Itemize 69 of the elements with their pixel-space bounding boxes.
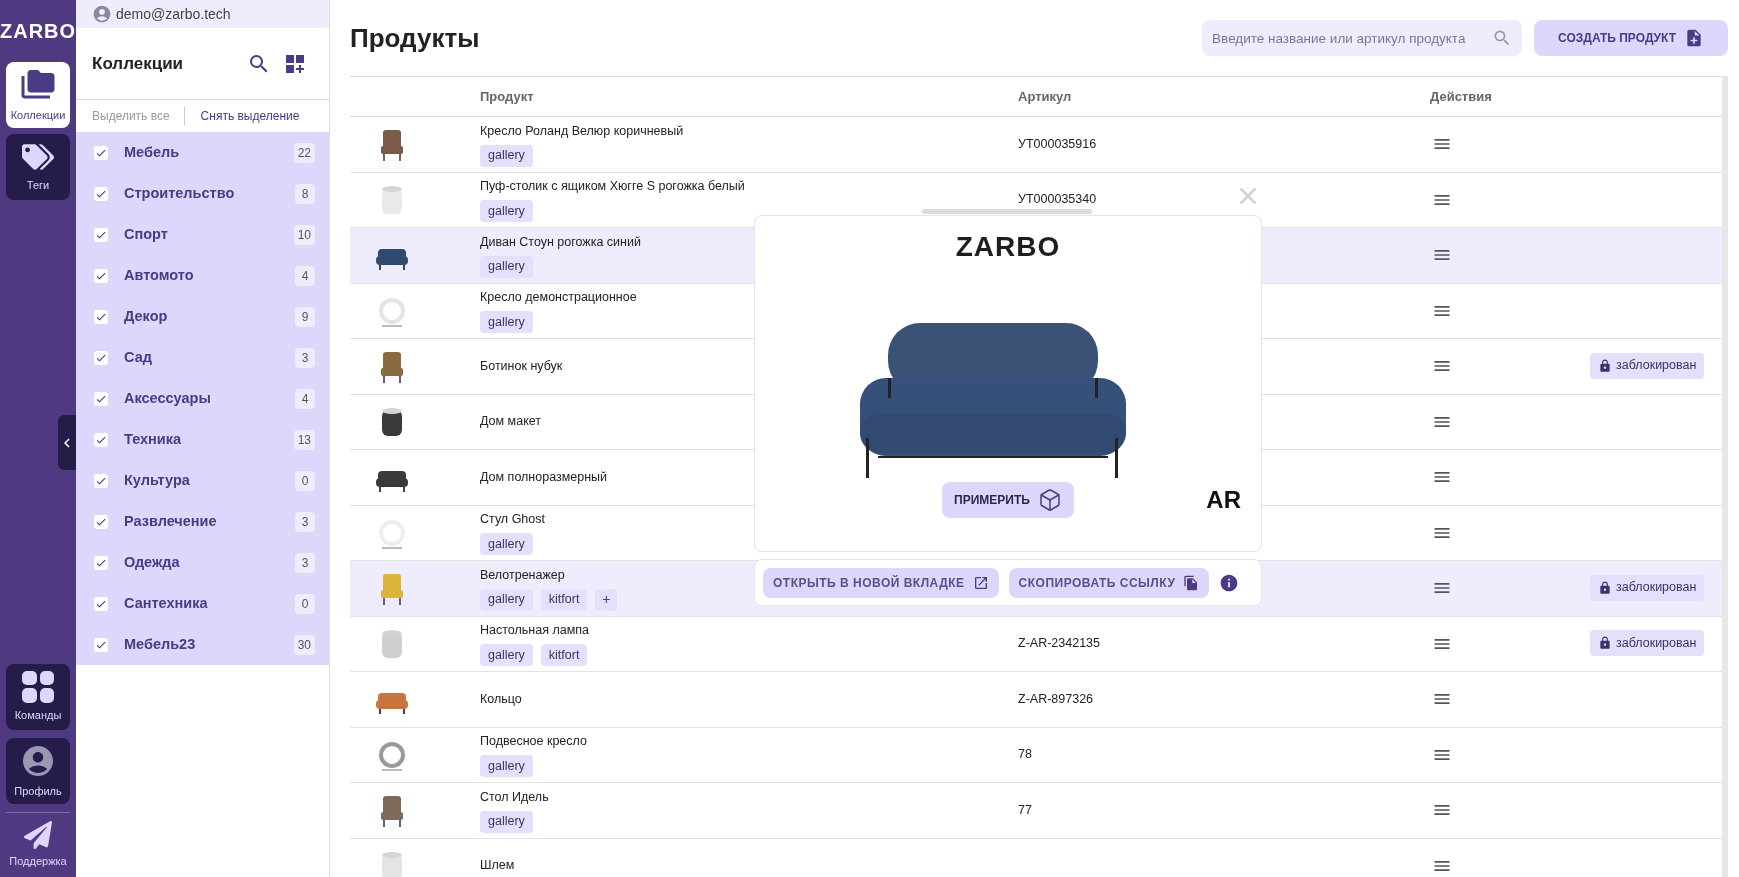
collection-name: Одежда [124, 552, 181, 572]
page-title: Продукты [350, 21, 481, 55]
tag-chip: gallery [480, 200, 533, 223]
panel-title: Коллекции [92, 52, 185, 75]
status-badge: заблокирован [1590, 630, 1705, 657]
article-number: Z-AR-897326 [1018, 690, 1094, 708]
count-badge: 0 [295, 593, 315, 614]
count-badge: 22 [293, 142, 315, 163]
count-badge: 9 [295, 306, 315, 327]
article-number: УТ000035916 [1018, 135, 1097, 153]
tag-chip: kitfort [540, 644, 588, 667]
product-name: Кресло демонстрационное [480, 289, 637, 307]
product-name: Кольцо [480, 690, 522, 708]
logo: ZARBO [955, 230, 1061, 264]
collection-name: Аксессуары [124, 388, 212, 408]
tag-chip: gallery [480, 810, 533, 833]
count-badge: 3 [295, 552, 315, 573]
product-name: Стул Ghost [480, 511, 545, 529]
column-header: Действия [1430, 87, 1492, 106]
count-badge: 13 [293, 429, 315, 450]
logo: ZARBO [0, 19, 76, 44]
ar-logo: AR [1206, 485, 1241, 515]
column-header: Артикул [1018, 87, 1072, 106]
collection-name: Сантехника [124, 593, 209, 613]
collection-name: Декор [124, 306, 169, 326]
count-badge: 30 [293, 634, 315, 655]
product-name: Велотренажер [480, 566, 565, 584]
collection-name: Сад [124, 347, 153, 367]
product-name: Пуф-столик с ящиком Хюгге S рогожка белый [480, 178, 745, 196]
product-name: Подвесное кресло [480, 733, 587, 751]
product-name: Дом макет [480, 413, 542, 431]
count-badge: 4 [295, 265, 315, 286]
collection-name: Культура [124, 470, 191, 490]
collection-name: Развлечение [124, 511, 218, 531]
column-header: Продукт [480, 87, 534, 106]
count-badge: 0 [295, 470, 315, 491]
collection-name: Автомото [124, 265, 195, 285]
count-badge: 10 [293, 224, 315, 245]
product-name: Настольная лампа [480, 622, 589, 640]
product-name: Диван Стоун рогожка синий [480, 233, 641, 251]
product-name: Шлем [480, 857, 515, 875]
article-number: 78 [1018, 746, 1032, 764]
tag-chip: gallery [480, 533, 533, 556]
collection-name: Спорт [124, 224, 169, 244]
collection-name: Техника [124, 429, 183, 449]
tag-chip: gallery [480, 644, 533, 667]
count-badge: 4 [295, 388, 315, 409]
count-badge: 3 [295, 511, 315, 532]
product-name: Ботинок нубук [480, 357, 563, 375]
count-badge: 3 [295, 347, 315, 368]
tag-chip: gallery [480, 588, 533, 611]
product-name: Дом полноразмерный [480, 468, 608, 486]
user-email: demo@zarbo.tech [116, 4, 231, 24]
status-badge: заблокирован [1590, 574, 1705, 601]
tag-chip: gallery [480, 755, 533, 778]
count-badge: 8 [295, 183, 315, 204]
collection-name: Мебель [124, 142, 181, 162]
tag-chip: kitfort [540, 588, 588, 611]
tag-chip: gallery [480, 255, 533, 278]
status-badge: заблокирован [1590, 352, 1705, 379]
tag-chip: gallery [480, 311, 533, 334]
collection-name: Мебель23 [124, 634, 197, 654]
product-name: Кресло Роланд Велюр коричневый [480, 122, 684, 140]
article-number: 77 [1018, 801, 1032, 819]
article-number: Z-AR-2342135 [1018, 635, 1100, 653]
product-name: Стол Идель [480, 788, 549, 806]
collection-name: Строительство [124, 183, 236, 203]
article-number: УТ000035340 [1018, 191, 1097, 209]
tag-chip: gallery [480, 144, 533, 167]
